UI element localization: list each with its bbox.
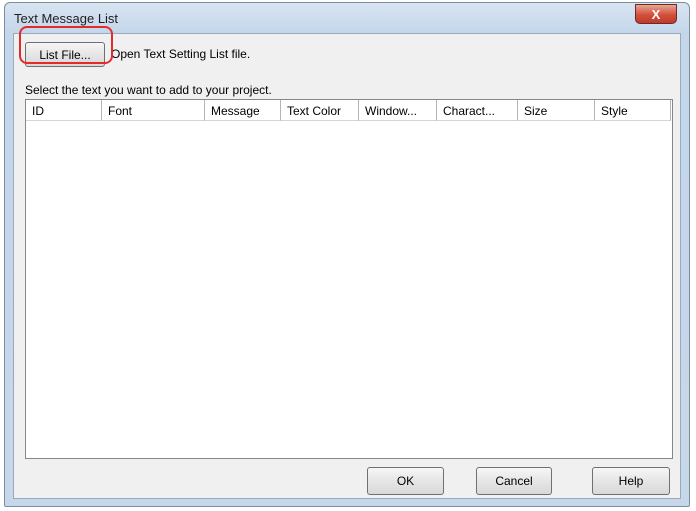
- column-header-window[interactable]: Window...: [359, 100, 437, 121]
- title-bar: Text Message List X: [5, 3, 689, 33]
- ok-button[interactable]: OK: [367, 467, 444, 495]
- list-file-description: Open Text Setting List file.: [111, 47, 251, 61]
- text-message-list-dialog: Text Message List X List File... Open Te…: [4, 2, 690, 507]
- close-icon: X: [651, 6, 661, 22]
- column-header-text-color[interactable]: Text Color: [281, 100, 359, 121]
- column-header-size[interactable]: Size: [518, 100, 595, 121]
- selection-prompt: Select the text you want to add to your …: [25, 83, 272, 97]
- column-header-character[interactable]: Charact...: [437, 100, 518, 121]
- dialog-body: List File... Open Text Setting List file…: [13, 33, 681, 499]
- help-button[interactable]: Help: [592, 467, 670, 495]
- dialog-title: Text Message List: [14, 11, 119, 26]
- close-button[interactable]: X: [635, 4, 677, 24]
- table-header: ID Font Message Text Color Window... Cha…: [26, 100, 672, 121]
- column-header-id[interactable]: ID: [26, 100, 102, 121]
- list-file-button[interactable]: List File...: [25, 42, 105, 67]
- column-header-font[interactable]: Font: [102, 100, 205, 121]
- column-header-message[interactable]: Message: [205, 100, 281, 121]
- column-header-style[interactable]: Style: [595, 100, 671, 121]
- cancel-button[interactable]: Cancel: [476, 467, 552, 495]
- text-message-table[interactable]: ID Font Message Text Color Window... Cha…: [25, 99, 673, 459]
